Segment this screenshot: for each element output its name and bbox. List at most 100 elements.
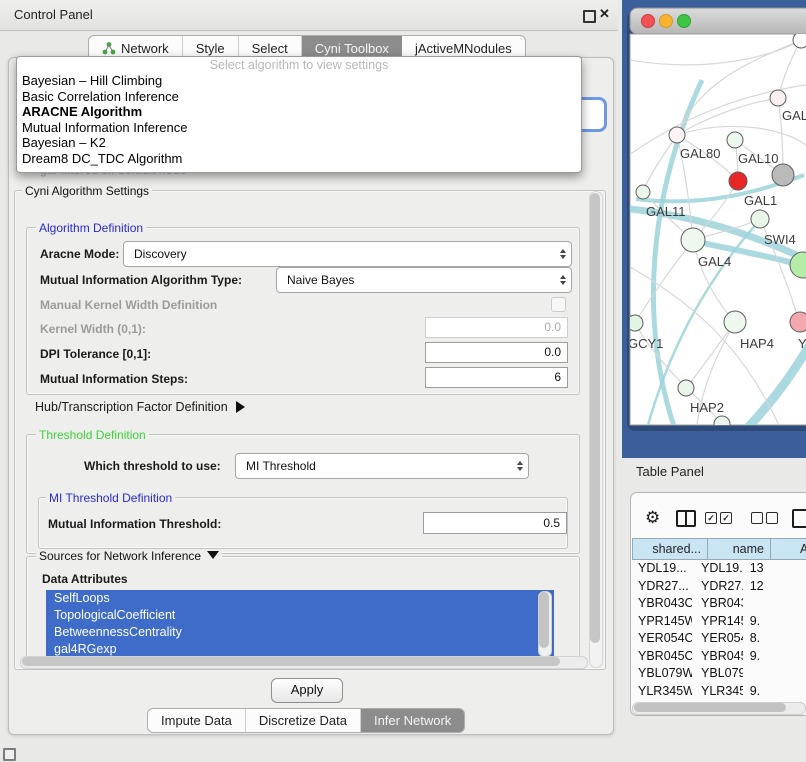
hub-definition-label: Hub/Transcription Factor Definition <box>35 400 228 414</box>
stepper-arrows-icon <box>512 461 528 471</box>
algorithm-dropdown-popup: Select algorithm to view settings Bayesi… <box>16 56 582 173</box>
network-icon <box>102 41 116 55</box>
mi-type-label: Mutual Information Algorithm Type: <box>40 273 242 287</box>
table-row[interactable]: YBL079WYBL079W <box>632 665 806 683</box>
algorithm-option-aracne-algorithm[interactable]: ARACNE Algorithm <box>17 104 581 120</box>
table-row[interactable]: YDR27...YDR27...12 <box>632 578 806 596</box>
network-node[interactable] <box>790 312 806 332</box>
mi-steps-field[interactable]: 6 <box>425 367 568 388</box>
attribute-item-gal4rgexp[interactable]: gal4RGexp <box>46 641 554 657</box>
select-all-check-icon[interactable]: ✓ <box>705 512 717 524</box>
manual-kernel-checkbox[interactable] <box>551 297 566 312</box>
settings-horizontal-scrollbar-thumb[interactable] <box>22 657 560 666</box>
network-node[interactable] <box>770 90 786 106</box>
node-label-gal1: GAL1 <box>744 193 777 208</box>
algorithm-select-placeholder[interactable]: Select algorithm to view settings <box>17 57 581 73</box>
kernel-width-label: Kernel Width (0,1): <box>40 322 146 336</box>
file-icon[interactable] <box>792 509 806 528</box>
zoom-traffic-light-icon[interactable] <box>678 15 691 28</box>
bottom-tab-bar: Impute DataDiscretize DataInfer Network <box>147 708 465 733</box>
column-header-shared[interactable]: shared... <box>632 538 708 560</box>
algorithm-option-mutual-information-inference[interactable]: Mutual Information Inference <box>17 120 581 136</box>
which-threshold-value: MI Threshold <box>236 459 512 473</box>
float-window-icon[interactable] <box>583 10 596 23</box>
table-header-row: shared...nameA <box>632 538 806 560</box>
network-node[interactable] <box>727 132 743 148</box>
node-label-gal11: GAL11 <box>646 204 686 219</box>
network-node[interactable] <box>793 32 806 48</box>
aracne-mode-label: Aracne Mode: <box>40 247 119 261</box>
aracne-mode-combobox[interactable]: Discovery <box>123 241 572 267</box>
minimize-traffic-light-icon[interactable] <box>660 15 673 28</box>
table-cell: YBR043C <box>632 595 692 613</box>
table-cell: YBL079W <box>632 665 692 683</box>
cyni-settings-title: Cyni Algorithm Settings <box>22 184 152 198</box>
expand-right-icon <box>236 401 245 413</box>
tab-label: Select <box>252 41 288 56</box>
network-node[interactable] <box>724 311 746 333</box>
kernel-width-field[interactable]: 0.0 <box>425 317 568 338</box>
attribute-item-topologicalcoefficient[interactable]: TopologicalCoefficient <box>46 607 554 624</box>
dpi-tolerance-field[interactable]: 0.0 <box>425 342 568 363</box>
node-label-gal10: GAL10 <box>738 151 778 166</box>
table-cell: YLR345W <box>692 683 743 701</box>
table-cell: YDL19... <box>632 560 692 578</box>
network-node[interactable] <box>681 228 705 252</box>
table-row[interactable]: YDL19...YDL19...13 <box>632 560 806 578</box>
table-row[interactable]: YBR043CYBR043C <box>632 595 806 613</box>
sources-toggle[interactable]: Sources for Network Inference <box>36 549 222 563</box>
algorithm-option-basic-correlation-inference[interactable]: Basic Correlation Inference <box>17 89 581 105</box>
table-row[interactable]: YBR045CYBR045C9. <box>632 648 806 666</box>
network-window-titlebar[interactable] <box>630 8 806 34</box>
stepper-arrows-icon <box>555 275 571 285</box>
table-cell: YDR27... <box>632 578 692 596</box>
tab-discretize-data[interactable]: Discretize Data <box>246 709 361 732</box>
network-node[interactable] <box>678 380 694 396</box>
attributes-scrollbar-thumb[interactable] <box>539 592 549 648</box>
attribute-item-betweennesscentrality[interactable]: BetweennessCentrality <box>46 624 554 641</box>
deselect-all-box-icon[interactable] <box>751 512 763 524</box>
tab-infer-network[interactable]: Infer Network <box>361 709 464 732</box>
table-row[interactable]: YER054CYER054C8. <box>632 630 806 648</box>
table-cell: YPR145W <box>692 613 743 631</box>
column-header-name[interactable]: name <box>708 538 771 560</box>
network-node[interactable] <box>729 172 747 190</box>
table-body: YDL19...YDL19...13YDR27...YDR27...12YBR0… <box>632 560 806 702</box>
algorithm-option-bayesian-k2[interactable]: Bayesian – K2 <box>17 135 581 151</box>
select-all-check-icon[interactable]: ✓ <box>720 512 732 524</box>
table-cell: YER054C <box>692 630 743 648</box>
manual-kernel-label: Manual Kernel Width Definition <box>40 298 217 312</box>
gear-icon[interactable]: ⚙ <box>645 508 660 528</box>
node-label-swi4: SWI4 <box>764 232 796 247</box>
network-node[interactable] <box>772 164 794 186</box>
close-traffic-light-icon[interactable] <box>642 15 655 28</box>
network-node[interactable] <box>636 185 650 199</box>
settings-vertical-scrollbar-thumb[interactable] <box>590 193 600 643</box>
network-node[interactable] <box>751 210 769 228</box>
mi-threshold-field[interactable]: 0.5 <box>423 512 567 534</box>
network-node[interactable] <box>669 127 685 143</box>
deselect-all-box-icon[interactable] <box>766 512 778 524</box>
algorithm-option-dream8-dc-tdc-algorithm[interactable]: Dream8 DC_TDC Algorithm <box>17 151 581 167</box>
close-panel-icon[interactable]: ✕ <box>599 6 610 22</box>
table-cell: 9. <box>743 613 806 631</box>
columns-icon[interactable] <box>676 510 696 527</box>
node-label-y: Y <box>798 336 806 351</box>
node-label-gal80: GAL80 <box>680 146 720 161</box>
attribute-item-selfloops[interactable]: SelfLoops <box>46 590 554 607</box>
apply-button[interactable]: Apply <box>271 678 343 703</box>
tab-label: jActiveMNodules <box>415 41 512 56</box>
panel-corner-icon[interactable] <box>3 748 16 761</box>
tab-impute-data[interactable]: Impute Data <box>148 709 246 732</box>
algorithm-option-bayesian-hill-climbing[interactable]: Bayesian – Hill Climbing <box>17 73 581 89</box>
aracne-mode-value: Discovery <box>124 247 555 261</box>
table-horizontal-scrollbar-thumb[interactable] <box>634 703 786 712</box>
table-row[interactable]: YPR145WYPR145W9. <box>632 613 806 631</box>
control-panel-title: Control Panel <box>14 7 93 22</box>
table-cell: YBR045C <box>692 648 743 666</box>
which-threshold-combobox[interactable]: MI Threshold <box>235 453 529 479</box>
table-row[interactable]: YLR345WYLR345W9. <box>632 683 806 701</box>
mi-type-combobox[interactable]: Naive Bayes <box>276 267 572 293</box>
hub-definition-toggle[interactable]: Hub/Transcription Factor Definition <box>35 400 245 414</box>
column-header-a[interactable]: A <box>771 538 806 560</box>
